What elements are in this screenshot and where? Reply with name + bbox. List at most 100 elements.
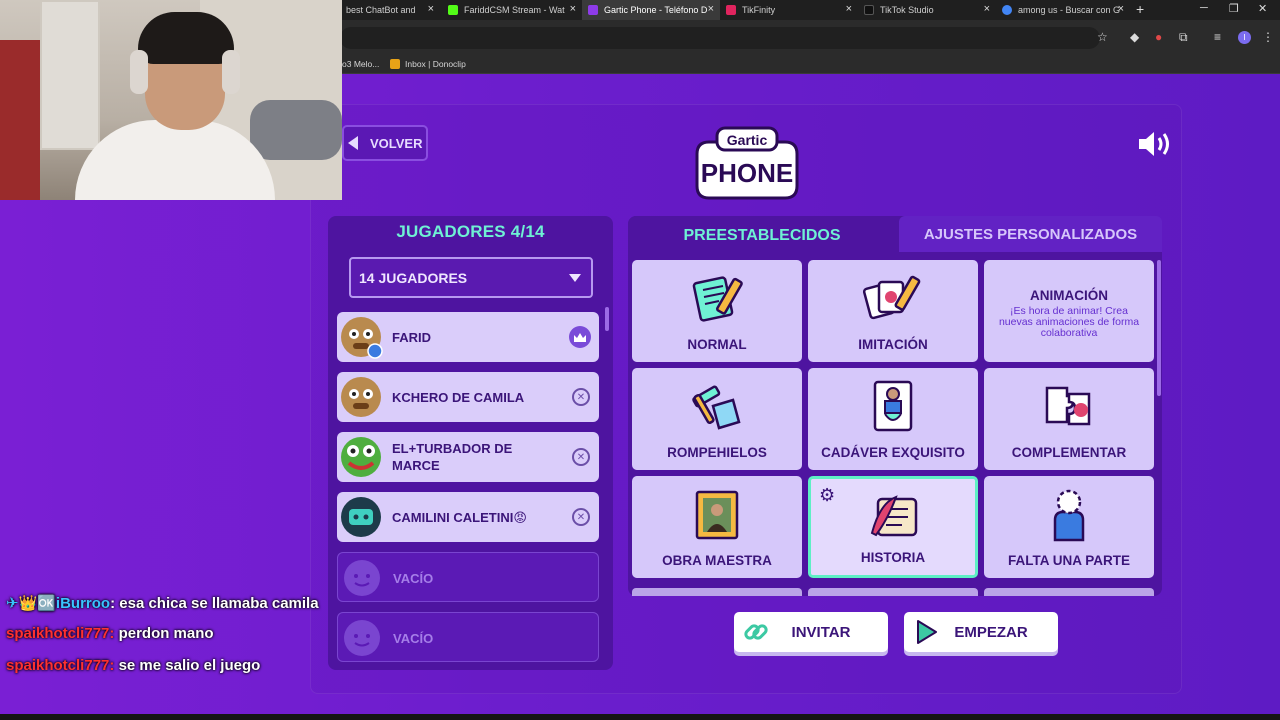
close-tab-icon[interactable]: × bbox=[1118, 3, 1124, 15]
browser-tab[interactable]: TikTok Studio × bbox=[858, 0, 996, 20]
webcam-clothes bbox=[250, 100, 342, 160]
empty-slot-label: VACÍO bbox=[393, 630, 434, 646]
mode-label: OBRA MAESTRA bbox=[662, 553, 772, 568]
tab-custom-settings[interactable]: AJUSTES PERSONALIZADOS bbox=[899, 216, 1162, 252]
headphone-left bbox=[130, 50, 148, 94]
player-row[interactable]: KCHERO DE CAMILA ✕ bbox=[337, 372, 599, 422]
avatar bbox=[341, 497, 381, 537]
tab-title: Gartic Phone - Teléfono D bbox=[604, 5, 708, 15]
tab-title: TikTok Studio bbox=[880, 5, 934, 15]
mode-card-obra-maestra[interactable]: OBRA MAESTRA bbox=[632, 476, 802, 578]
browser-tab[interactable]: TikFinity × bbox=[720, 0, 858, 20]
address-bar[interactable] bbox=[340, 27, 1100, 49]
chat-message: ✈👑🆗iBurroo: esa chica se llamaba camila bbox=[6, 595, 319, 612]
mode-card-historia[interactable]: ⚙ HISTORIA bbox=[808, 476, 978, 578]
bookmark-item[interactable]: Inbox | Donoclip bbox=[390, 59, 466, 69]
player-name: KCHERO DE CAMILA bbox=[392, 389, 525, 405]
empty-avatar-icon bbox=[344, 620, 380, 656]
chat-text: perdon mano bbox=[118, 625, 214, 642]
chat-text: esa chica se llamaba camila bbox=[119, 595, 319, 612]
invite-button[interactable]: INVITAR bbox=[734, 612, 888, 652]
mode-label: ANIMACIÓN bbox=[1030, 288, 1108, 303]
more-menu-icon[interactable]: ⋮ bbox=[1262, 30, 1274, 44]
close-tab-icon[interactable]: × bbox=[846, 3, 852, 15]
player-row[interactable]: EL+TURBADOR DE MARCE ✕ bbox=[337, 432, 599, 482]
bookmark-favicon bbox=[390, 59, 400, 69]
browser-tab[interactable]: FariddCSM Stream - Wat × bbox=[442, 0, 582, 20]
player-row[interactable]: CAMILINI CALETINI😡 ✕ bbox=[337, 492, 599, 542]
ice-hammer-icon bbox=[692, 385, 741, 430]
close-tab-icon[interactable]: × bbox=[570, 3, 576, 15]
player-name: FARID bbox=[392, 329, 431, 345]
tab-favicon bbox=[588, 5, 598, 15]
gear-icon[interactable]: ⚙ bbox=[819, 485, 835, 506]
avatar bbox=[341, 377, 381, 417]
close-tab-icon[interactable]: × bbox=[428, 3, 434, 15]
cards-pencil-icon bbox=[863, 275, 921, 320]
avatar bbox=[341, 317, 383, 359]
player-row[interactable]: FARID bbox=[337, 312, 599, 362]
mode-label: COMPLEMENTAR bbox=[1011, 445, 1127, 460]
crown-icon bbox=[569, 326, 591, 348]
close-tab-icon[interactable]: × bbox=[984, 3, 990, 15]
player-count-select[interactable]: 14 JUGADORES bbox=[349, 257, 593, 298]
missing-part-icon bbox=[1053, 489, 1085, 542]
browser-tab[interactable]: among us - Buscar con G × bbox=[996, 0, 1130, 20]
kick-player-icon[interactable]: ✕ bbox=[572, 388, 590, 406]
mode-card-partial bbox=[808, 588, 978, 596]
speaker-icon[interactable] bbox=[1136, 128, 1172, 160]
extensions-puzzle-icon[interactable]: ⧉ bbox=[1179, 30, 1188, 45]
chat-message: spaikhotcli777: perdon mano bbox=[6, 625, 214, 642]
logo-line1: Gartic bbox=[727, 132, 768, 148]
mode-card-complementar[interactable]: COMPLEMENTAR bbox=[984, 368, 1154, 470]
start-button[interactable]: EMPEZAR bbox=[904, 612, 1058, 652]
kick-player-icon[interactable]: ✕ bbox=[572, 508, 590, 526]
restore-icon[interactable]: ❐ bbox=[1229, 2, 1239, 15]
modes-scrollbar[interactable] bbox=[1157, 260, 1161, 396]
mode-card-falta-una-parte[interactable]: FALTA UNA PARTE bbox=[984, 476, 1154, 578]
corpse-drawing-icon bbox=[873, 380, 913, 432]
chat-message: spaikhotcli777: se me salio el juego bbox=[6, 657, 261, 674]
tab-presets[interactable]: PREESTABLECIDOS bbox=[628, 216, 896, 256]
mode-card-normal[interactable]: NORMAL bbox=[632, 260, 802, 362]
gartic-phone-logo: Gartic PHONE bbox=[695, 126, 799, 200]
browser-tab-active[interactable]: Gartic Phone - Teléfono D × bbox=[582, 0, 720, 20]
player-name: CAMILINI CALETINI😡 bbox=[392, 509, 527, 525]
tab-title: TikFinity bbox=[742, 5, 776, 15]
extension-icon[interactable]: ◆ bbox=[1130, 30, 1139, 44]
profile-avatar[interactable]: I bbox=[1238, 31, 1251, 44]
logo-line2: PHONE bbox=[701, 158, 793, 188]
puzzle-icon bbox=[1045, 386, 1091, 426]
webcam-overlay bbox=[0, 0, 342, 200]
bookmark-label: Inbox | Donoclip bbox=[405, 59, 466, 69]
empty-slot: VACÍO bbox=[337, 612, 599, 662]
bookmark-item[interactable]: o3 Melo... bbox=[342, 59, 379, 69]
new-tab-icon[interactable]: + bbox=[1136, 1, 1144, 17]
mode-card-animacion[interactable]: ANIMACIÓN ¡Es hora de animar! Crea nueva… bbox=[984, 260, 1154, 362]
play-icon bbox=[917, 620, 937, 644]
webcam-person-hair bbox=[138, 12, 234, 64]
players-scrollbar[interactable] bbox=[605, 307, 609, 331]
headphone-right bbox=[222, 50, 240, 94]
player-count-value: 14 JUGADORES bbox=[359, 269, 468, 286]
chat-username: iBurroo bbox=[55, 595, 111, 612]
players-title: JUGADORES 4/14 bbox=[396, 222, 545, 241]
mode-card-imitacion[interactable]: IMITACIÓN bbox=[808, 260, 978, 362]
kick-player-icon[interactable]: ✕ bbox=[572, 448, 590, 466]
mode-label: CADÁVER EXQUISITO bbox=[821, 445, 965, 460]
webcam-chair bbox=[0, 40, 40, 200]
painting-icon bbox=[695, 490, 739, 540]
link-icon bbox=[744, 624, 768, 640]
close-tab-icon[interactable]: × bbox=[708, 3, 714, 15]
mode-card-rompehielos[interactable]: ROMPEHIELOS bbox=[632, 368, 802, 470]
notepad-pencil-icon bbox=[692, 276, 743, 322]
browser-tab[interactable]: best ChatBot and Wi × bbox=[340, 0, 440, 20]
tab-favicon bbox=[448, 5, 458, 15]
bookmark-star-icon[interactable]: ☆ bbox=[1097, 30, 1108, 44]
extension-record-icon[interactable]: ● bbox=[1155, 30, 1162, 44]
back-button[interactable]: VOLVER bbox=[342, 125, 428, 161]
media-controls-icon[interactable]: ≡ bbox=[1214, 30, 1221, 44]
minimize-icon[interactable]: ─ bbox=[1200, 2, 1208, 14]
mode-card-cadaver-exquisito[interactable]: CADÁVER EXQUISITO bbox=[808, 368, 978, 470]
close-window-icon[interactable]: ✕ bbox=[1258, 2, 1267, 15]
